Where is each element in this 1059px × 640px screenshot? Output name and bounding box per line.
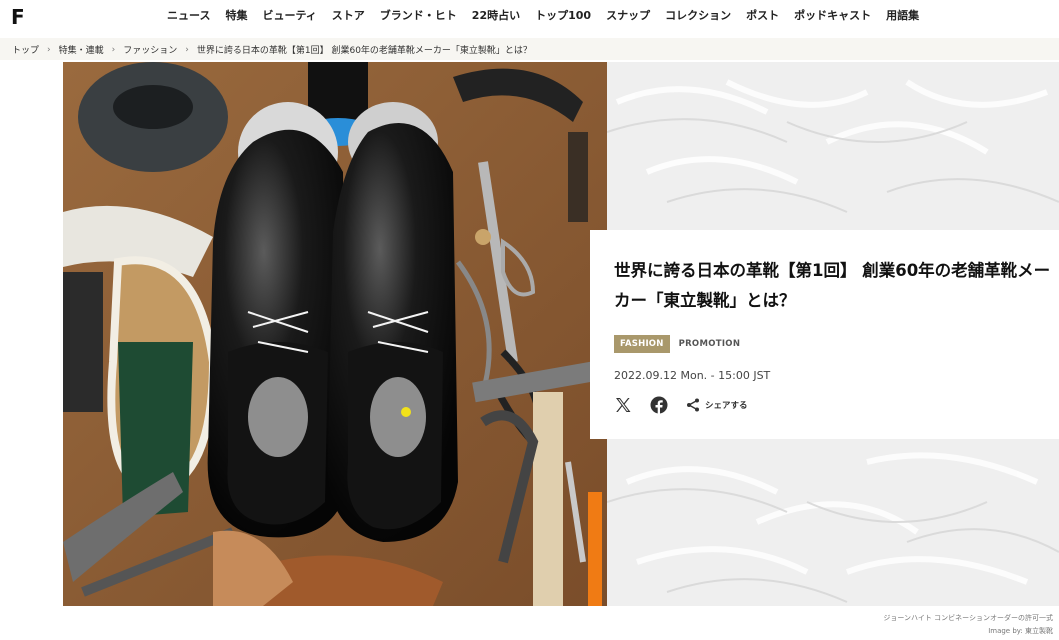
article-title: 世界に誇る日本の革靴【第1回】 創業60年の老舗革靴メーカー「東立製靴」とは？ bbox=[614, 261, 1051, 310]
nav-item-features[interactable]: 特集 bbox=[225, 9, 247, 23]
nav-item-post[interactable]: ポスト bbox=[746, 9, 779, 23]
publish-date: 2022.09.12 Mon. - 15:00 JST bbox=[614, 369, 771, 382]
nav-item-podcast[interactable]: ポッドキャスト bbox=[794, 9, 871, 23]
nav-item-brand-people[interactable]: ブランド・ヒト bbox=[380, 9, 457, 23]
article-tags: FASHION PROMOTION bbox=[614, 335, 1059, 353]
share-bar: シェアする bbox=[614, 396, 1059, 414]
nav-item-glossary[interactable]: 用語集 bbox=[886, 9, 919, 23]
image-caption: ジョーンハイト コンビネーションオーダーの許可一式 bbox=[883, 614, 1053, 622]
nav-item-store[interactable]: ストア bbox=[332, 9, 365, 23]
breadcrumb-fashion[interactable]: ファッション bbox=[123, 43, 177, 56]
share-icon bbox=[687, 398, 699, 412]
promotion-tag: PROMOTION bbox=[678, 339, 741, 349]
nav-item-horoscope[interactable]: 22時占い bbox=[472, 9, 520, 23]
breadcrumb: トップ › 特集・連載 › ファッション › 世界に誇る日本の革靴【第1回】 創… bbox=[12, 43, 532, 57]
top-nav-bar: F ニュース 特集 ビューティ ストア ブランド・ヒト 22時占い トップ100… bbox=[0, 0, 1059, 34]
main-nav: ニュース 特集 ビューティ ストア ブランド・ヒト 22時占い トップ100 ス… bbox=[167, 9, 934, 23]
breadcrumb-features[interactable]: 特集・連載 bbox=[59, 43, 104, 56]
article-header-card: 世界に誇る日本の革靴【第1回】 創業60年の老舗革靴メーカー「東立製靴」とは？ … bbox=[590, 230, 1059, 439]
share-label: シェアする bbox=[705, 401, 748, 411]
breadcrumb-top[interactable]: トップ bbox=[12, 43, 39, 56]
nav-item-collection[interactable]: コレクション bbox=[665, 9, 731, 23]
breadcrumb-bar: トップ › 特集・連載 › ファッション › 世界に誇る日本の革靴【第1回】 創… bbox=[0, 38, 1059, 60]
nav-item-top100[interactable]: トップ100 bbox=[535, 9, 591, 23]
breadcrumb-current: 世界に誇る日本の革靴【第1回】 創業60年の老舗革靴メーカー「東立製靴」とは？ bbox=[196, 46, 532, 56]
category-tag[interactable]: FASHION bbox=[614, 335, 670, 353]
facebook-icon[interactable] bbox=[650, 396, 668, 414]
chevron-right-icon: › bbox=[111, 44, 116, 55]
share-button[interactable]: シェアする bbox=[686, 398, 748, 412]
hero-image bbox=[63, 62, 607, 606]
nav-item-beauty[interactable]: ビューティ bbox=[262, 9, 316, 23]
chevron-right-icon: › bbox=[185, 44, 189, 55]
x-icon[interactable] bbox=[614, 396, 632, 414]
chevron-right-icon: › bbox=[47, 44, 51, 55]
site-logo[interactable]: F bbox=[11, 7, 25, 27]
nav-item-snap[interactable]: スナップ bbox=[606, 9, 650, 23]
image-credit: Image by: 東立製靴 bbox=[988, 627, 1053, 635]
nav-item-news[interactable]: ニュース bbox=[167, 9, 210, 23]
